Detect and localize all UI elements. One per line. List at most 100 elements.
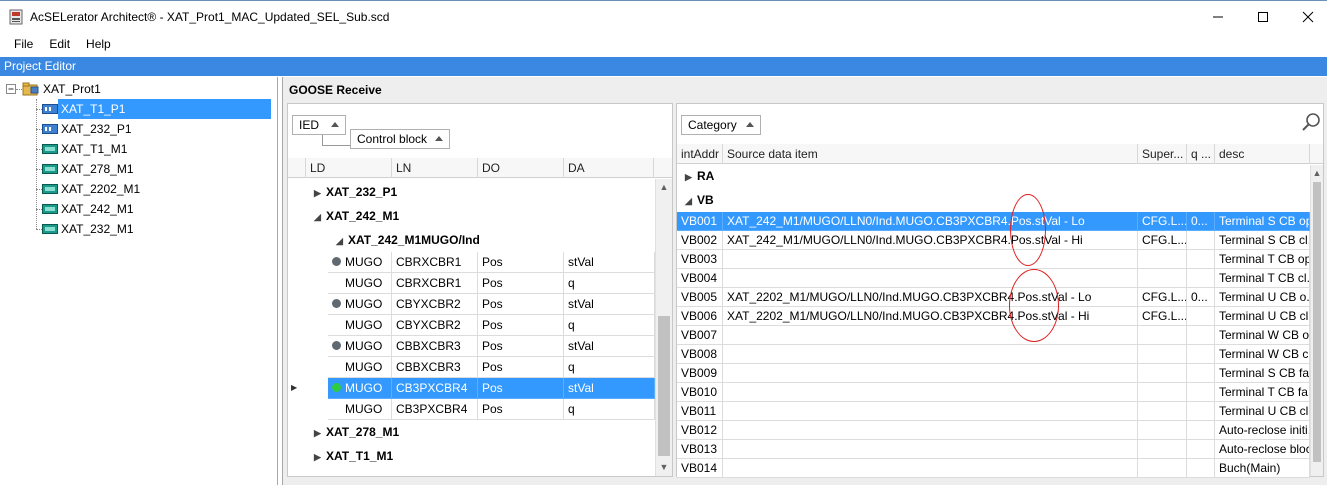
- cell-src[interactable]: [723, 383, 1138, 402]
- mapping-row[interactable]: VB005 XAT_2202_M1/MUGO/LLN0/Ind.MUGO.CB3P…: [677, 288, 1310, 307]
- cell-src[interactable]: XAT_242_M1/MUGO/LLN0/Ind.MUGO.CB3PXCBR4.…: [723, 212, 1138, 231]
- group-row-xat-242-m1[interactable]: ◢ XAT_242_M1: [314, 204, 399, 228]
- table-row[interactable]: MUGO CB3PXCBR4 Pos stVal: [288, 378, 655, 399]
- cell-text: MUGO: [345, 255, 383, 269]
- table-row[interactable]: MUGO CBRXCBR1 Pos stVal: [288, 252, 655, 273]
- mapping-row[interactable]: VB013 Auto-reclose block: [677, 440, 1310, 459]
- tree-item-xat-2202-m1[interactable]: XAT_2202_M1: [42, 179, 143, 199]
- mapping-row[interactable]: VB004 Terminal T CB cl...: [677, 269, 1310, 288]
- tree-item-xat-232-m1[interactable]: XAT_232_M1: [42, 219, 137, 239]
- mapping-row[interactable]: VB001 XAT_242_M1/MUGO/LLN0/Ind.MUGO.CB3PX…: [677, 212, 1310, 231]
- tree-item-xat-232-p1[interactable]: XAT_232_P1: [42, 119, 135, 139]
- close-button[interactable]: [1285, 1, 1327, 32]
- menu-help[interactable]: Help: [78, 32, 119, 56]
- expand-icon[interactable]: ▶: [314, 445, 326, 469]
- mapping-row[interactable]: VB006 XAT_2202_M1/MUGO/LLN0/Ind.MUGO.CB3P…: [677, 307, 1310, 326]
- tree-item-xat-t1-m1[interactable]: XAT_T1_M1: [42, 139, 130, 159]
- col-do[interactable]: DO: [478, 158, 564, 178]
- expand-icon[interactable]: ▶: [314, 181, 326, 205]
- mapping-row[interactable]: VB012 Auto-reclose initi...: [677, 421, 1310, 440]
- menu-edit[interactable]: Edit: [41, 32, 78, 56]
- cell-src[interactable]: [723, 269, 1138, 288]
- scroll-thumb[interactable]: [658, 316, 670, 456]
- collapse-icon[interactable]: ◢: [314, 205, 326, 229]
- minimize-button[interactable]: [1195, 1, 1241, 32]
- cell-text: stVal: [568, 255, 594, 269]
- collapse-icon[interactable]: [6, 84, 16, 94]
- group-row-xat-t1-m1[interactable]: ▶ XAT_T1_M1: [314, 444, 393, 468]
- col-desc[interactable]: desc: [1215, 144, 1310, 164]
- group-category-button[interactable]: Category: [681, 115, 761, 135]
- collapse-icon[interactable]: ◢: [685, 189, 697, 213]
- scroll-up-icon[interactable]: ▲: [1311, 165, 1323, 182]
- cell-src[interactable]: [723, 326, 1138, 345]
- tree-root[interactable]: XAT_Prot1: [6, 79, 104, 99]
- cell-src[interactable]: [723, 250, 1138, 269]
- cell-da: stVal: [564, 294, 655, 315]
- mapping-row[interactable]: VB007 Terminal W CB o...: [677, 326, 1310, 345]
- cell-desc: Terminal U CB cl...: [1215, 307, 1310, 326]
- collapse-icon[interactable]: ◢: [336, 229, 348, 253]
- cell-src[interactable]: [723, 459, 1138, 478]
- group-ied-label: IED: [299, 118, 320, 132]
- group-ied-button[interactable]: IED: [292, 115, 346, 135]
- mapping-row[interactable]: VB010 Terminal T CB fa...: [677, 383, 1310, 402]
- mapping-row[interactable]: VB008 Terminal W CB cl...: [677, 345, 1310, 364]
- source-vertical-scrollbar[interactable]: ▲ ▼: [655, 179, 672, 476]
- table-row[interactable]: MUGO CB3PXCBR4 Pos q: [288, 399, 655, 420]
- expand-icon[interactable]: ▶: [685, 165, 697, 189]
- cell-src[interactable]: [723, 364, 1138, 383]
- scroll-up-icon[interactable]: ▲: [656, 179, 672, 196]
- tree-item-xat-278-m1[interactable]: XAT_278_M1: [42, 159, 137, 179]
- mapping-row[interactable]: VB003 Terminal T CB op...: [677, 250, 1310, 269]
- table-row[interactable]: MUGO CBYXCBR2 Pos stVal: [288, 294, 655, 315]
- mapping-row[interactable]: VB011 Terminal U CB cl...: [677, 402, 1310, 421]
- col-super[interactable]: Super...: [1138, 144, 1187, 164]
- cell-q: 0...: [1187, 288, 1215, 307]
- category-label: VB: [697, 193, 714, 207]
- scroll-down-icon[interactable]: ▼: [656, 459, 672, 476]
- col-intaddr[interactable]: intAddr: [677, 144, 723, 164]
- cell-src[interactable]: XAT_2202_M1/MUGO/LLN0/Ind.MUGO.CB3PXCBR4…: [723, 288, 1138, 307]
- table-row[interactable]: MUGO CBBXCBR3 Pos stVal: [288, 336, 655, 357]
- table-row[interactable]: MUGO CBYXCBR2 Pos q: [288, 315, 655, 336]
- group-row-xat-232-p1[interactable]: ▶ XAT_232_P1: [314, 180, 397, 204]
- col-ld[interactable]: LD: [306, 158, 392, 178]
- cell-da: q: [564, 273, 655, 294]
- cell-desc: Auto-reclose initi...: [1215, 421, 1310, 440]
- col-q[interactable]: q ...: [1187, 144, 1215, 164]
- scroll-thumb[interactable]: [1313, 182, 1321, 462]
- category-row-vb[interactable]: ◢ VB: [685, 188, 714, 212]
- table-row[interactable]: MUGO CBBXCBR3 Pos q: [288, 357, 655, 378]
- group-label: XAT_232_P1: [326, 185, 398, 199]
- mapping-vertical-scrollbar[interactable]: ▲: [1310, 165, 1323, 476]
- cell-src[interactable]: [723, 440, 1138, 459]
- col-source-data-item[interactable]: Source data item: [723, 144, 1138, 164]
- cell-q: [1187, 459, 1215, 478]
- cell-ld: MUGO: [328, 357, 392, 378]
- expand-icon[interactable]: ▶: [314, 421, 326, 445]
- col-da[interactable]: DA: [564, 158, 654, 178]
- maximize-button[interactable]: [1240, 1, 1286, 32]
- table-row[interactable]: MUGO CBRXCBR1 Pos q: [288, 273, 655, 294]
- group-row-control-block[interactable]: ◢ XAT_242_M1MUGO/Ind: [336, 228, 480, 252]
- group-control-block-button[interactable]: Control block: [350, 129, 450, 149]
- group-row-xat-278-m1[interactable]: ▶ XAT_278_M1: [314, 420, 399, 444]
- mapping-row[interactable]: VB009 Terminal S CB fa...: [677, 364, 1310, 383]
- cell-ln: CBYXCBR2: [392, 294, 478, 315]
- menu-file[interactable]: File: [0, 32, 41, 56]
- tree-item-xat-t1-p1[interactable]: XAT_T1_P1: [42, 99, 271, 119]
- cell-src[interactable]: [723, 421, 1138, 440]
- col-ln[interactable]: LN: [392, 158, 478, 178]
- tree-item-xat-242-m1[interactable]: XAT_242_M1: [42, 199, 137, 219]
- cell-src[interactable]: [723, 345, 1138, 364]
- mapping-row[interactable]: VB014 Buch(Main): [677, 459, 1310, 478]
- mapping-column-header: intAddr Source data item Super... q ... …: [677, 144, 1323, 164]
- mapping-row[interactable]: VB002 XAT_242_M1/MUGO/LLN0/Ind.MUGO.CB3PX…: [677, 231, 1310, 250]
- tree-item-label: XAT_T1_P1: [58, 99, 271, 119]
- category-row-ra[interactable]: ▶ RA: [685, 164, 714, 188]
- cell-src[interactable]: [723, 402, 1138, 421]
- search-icon[interactable]: [1301, 112, 1321, 132]
- cell-src[interactable]: XAT_2202_M1/MUGO/LLN0/Ind.MUGO.CB3PXCBR4…: [723, 307, 1138, 326]
- cell-src[interactable]: XAT_242_M1/MUGO/LLN0/Ind.MUGO.CB3PXCBR4.…: [723, 231, 1138, 250]
